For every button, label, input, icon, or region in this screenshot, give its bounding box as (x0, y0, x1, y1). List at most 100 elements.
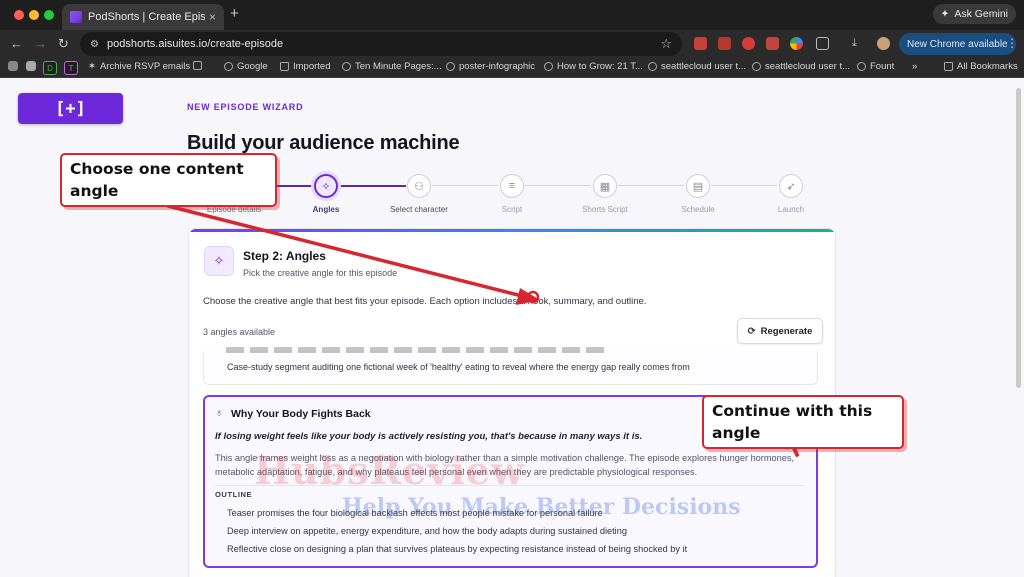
angle-option-1[interactable]: Case-study segment auditing one fictiona… (203, 347, 818, 385)
download-icon[interactable]: ⤓ (852, 37, 857, 50)
outline-item: Teaser promises the four biological back… (227, 508, 603, 518)
bookmarks-bar: D T ✶ Archive RSVP emails Google Imported… (0, 58, 1024, 78)
new-chrome-available-button[interactable]: New Chrome available (899, 33, 1016, 55)
adblock-icon[interactable] (742, 37, 755, 50)
script-icon: ≡ (500, 174, 524, 198)
angle-hook: If losing weight feels like your body is… (215, 431, 643, 442)
outline-item: Deep interview on appetite, energy expen… (227, 526, 627, 536)
regenerate-label: Regenerate (760, 325, 813, 337)
profile-avatar[interactable] (877, 37, 890, 50)
globe-icon (648, 62, 657, 71)
rocket-icon: ➶ (779, 174, 803, 198)
bookmark-ten-minute-pages[interactable]: Ten Minute Pages:... (342, 61, 442, 72)
window-close-control[interactable] (14, 10, 24, 20)
bookmark-how-to-grow[interactable]: How to Grow: 21 T... (544, 61, 643, 72)
bookmark-seattlecloud-1[interactable]: seattlecloud user t... (648, 61, 746, 72)
forward-arrow-icon[interactable]: → (34, 36, 47, 51)
bookmark-archive-rsvp[interactable]: ✶ Archive RSVP emails (88, 61, 190, 72)
apps-icon[interactable] (8, 61, 18, 71)
globe-icon (342, 62, 351, 71)
bookmarks-more-chevron[interactable]: » (912, 61, 917, 72)
address-bar[interactable]: ⚙ podshorts.aisuites.io/create-episode ☆ (80, 32, 682, 56)
angle-summary: This angle frames weight loss as a negot… (215, 453, 794, 477)
step-label: Schedule (681, 205, 715, 214)
app-logo-button[interactable]: [+] (18, 93, 123, 124)
regenerate-button[interactable]: ⟳ Regenerate (737, 318, 823, 344)
browser-tab-active[interactable]: PodShorts | Create Episode × (62, 4, 224, 30)
page-title: Build your audience machine (187, 132, 460, 154)
angle-title: Why Your Body Fights Back (231, 408, 371, 420)
all-bookmarks[interactable]: All Bookmarks (944, 61, 1018, 72)
podshorts-favicon-icon (70, 11, 82, 23)
outline-item: Reflective close on designing a plan tha… (227, 544, 688, 554)
bookmark-google[interactable]: Google (224, 61, 268, 72)
step-label: Shorts Script (582, 205, 628, 214)
page-scrollbar[interactable] (1016, 88, 1021, 388)
extension-red-icon[interactable] (694, 37, 707, 50)
step-label: Launch (777, 205, 805, 214)
extensions-puzzle-icon[interactable] (816, 37, 829, 50)
step-script[interactable]: ≡ Script (467, 174, 557, 214)
globe-icon (857, 62, 866, 71)
extension-rs-icon[interactable] (766, 37, 779, 50)
bookmark-tile-d[interactable]: D (43, 61, 57, 75)
step-select-character[interactable]: ⚇ Select character (374, 174, 464, 214)
step-schedule[interactable]: ▤ Schedule (653, 174, 743, 214)
sparkles-icon: ✧ (314, 174, 338, 198)
users-icon: ⚇ (407, 174, 431, 198)
new-tab-button[interactable]: + (230, 5, 239, 22)
step-angles[interactable]: ✧ Angles (281, 174, 371, 214)
ask-gemini-label: Ask Gemini (954, 8, 1008, 20)
calendar-icon: ▤ (686, 174, 710, 198)
browser-toolbar: ← → ↻ ⚙ podshorts.aisuites.io/create-epi… (0, 30, 1024, 58)
extension-color-icon[interactable] (790, 37, 803, 50)
reload-icon[interactable]: ↻ (58, 36, 69, 52)
card-subheading: Pick the creative angle for this episode (243, 268, 398, 278)
clipped-text-line (226, 347, 606, 353)
step-label: Script (501, 205, 523, 214)
ask-gemini-button[interactable]: ✦ Ask Gemini (932, 4, 1016, 24)
tab-title: PodShorts | Create Episode (88, 11, 205, 23)
bookmark-tile-icon[interactable] (26, 61, 36, 71)
google-icon (224, 62, 233, 71)
lightbulb-icon: ♁ (215, 407, 224, 419)
annotation-callout-angle: Choose one content angle (60, 153, 277, 207)
browser-tab-bar: PodShorts | Create Episode × + ✦ Ask Gem… (0, 0, 1024, 30)
bookmark-star-icon: ✶ (88, 61, 96, 72)
step-label: Select character (390, 205, 448, 214)
bookmark-grid-icon[interactable] (193, 61, 202, 70)
bookmark-star-icon[interactable]: ☆ (660, 36, 672, 52)
wizard-eyebrow: NEW EPISODE WIZARD (187, 102, 304, 112)
refresh-icon: ⟳ (747, 325, 756, 337)
bookmark-fount[interactable]: Fount (857, 61, 894, 72)
gemini-sparkle-icon: ✦ (940, 8, 950, 20)
folder-icon (280, 62, 289, 71)
sparkles-icon: ✧ (204, 246, 234, 276)
outline-divider (215, 485, 805, 486)
outline-item: Case-study segment auditing one fictiona… (227, 362, 690, 372)
card-heading: Step 2: Angles (243, 249, 326, 263)
bookmark-imported[interactable]: Imported (280, 61, 331, 72)
annotation-callout-continue: Continue with this angle (702, 395, 904, 449)
address-url[interactable]: podshorts.aisuites.io/create-episode (107, 38, 660, 50)
card-gradient-bar (189, 229, 835, 232)
globe-icon (544, 62, 553, 71)
step-launch[interactable]: ➶ Launch (746, 174, 836, 214)
card-description: Choose the creative angle that best fits… (203, 296, 647, 307)
window-minimize-control[interactable] (29, 10, 39, 20)
back-arrow-icon[interactable]: ← (10, 36, 23, 51)
extension-badge-icon[interactable] (718, 37, 731, 50)
film-icon: ▦ (593, 174, 617, 198)
tab-close-icon[interactable]: × (209, 10, 216, 24)
site-info-icon[interactable]: ⚙ (90, 39, 99, 50)
window-zoom-control[interactable] (44, 10, 54, 20)
bookmark-tile-t[interactable]: T (64, 61, 78, 75)
step-label: Angles (312, 205, 340, 214)
globe-icon (752, 62, 761, 71)
step-shorts-script[interactable]: ▦ Shorts Script (560, 174, 650, 214)
folder-icon (944, 62, 953, 71)
bookmark-poster-infographic[interactable]: poster-infographic (446, 61, 535, 72)
globe-icon (446, 62, 455, 71)
bookmark-seattlecloud-2[interactable]: seattlecloud user t... (752, 61, 850, 72)
chrome-menu-icon[interactable]: ⋮ (1006, 36, 1018, 50)
